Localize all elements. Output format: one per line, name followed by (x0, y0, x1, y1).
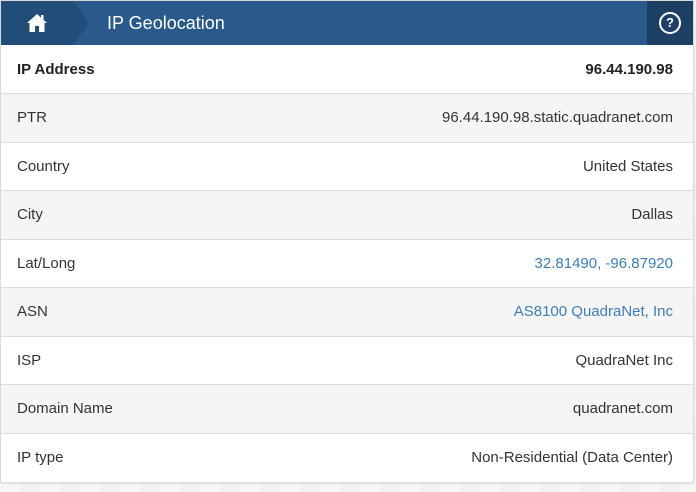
page-title: IP Geolocation (107, 13, 225, 33)
panel-header: IP Geolocation ? (1, 1, 693, 45)
row-label: Country (1, 141, 233, 191)
help-circle-icon: ? (659, 12, 681, 34)
table-row-country: Country United States (1, 141, 693, 191)
row-value: Dallas (233, 190, 693, 239)
table-row-ptr: PTR 96.44.190.98.static.quadranet.com (1, 93, 693, 142)
table-row-asn: ASN AS8100 QuadraNet, Inc (1, 287, 693, 336)
table-row-isp: ISP QuadraNet Inc (1, 335, 693, 385)
row-value: QuadraNet Inc (233, 335, 693, 385)
table-row-lat-long: Lat/Long 32.81490, -96.87920 (1, 238, 693, 288)
row-value: AS8100 QuadraNet, Inc (233, 287, 693, 336)
row-value: United States (233, 141, 693, 191)
row-label: Lat/Long (1, 238, 233, 288)
row-label: IP type (1, 432, 233, 482)
row-label: ASN (1, 287, 233, 336)
home-button[interactable] (1, 1, 89, 45)
table-row-domain-name: Domain Name quadranet.com (1, 384, 693, 433)
row-value: Non-Residential (Data Center) (233, 432, 693, 482)
row-label: IP Address (17, 60, 95, 78)
table-row-ip-address: IP Address 96.44.190.98 (1, 45, 693, 94)
row-value: 96.44.190.98.static.quadranet.com (233, 93, 693, 142)
help-button[interactable]: ? (647, 1, 693, 45)
row-value: 96.44.190.98 (585, 60, 673, 78)
lat-long-link[interactable]: 32.81490, -96.87920 (535, 255, 673, 272)
row-value: quadranet.com (233, 384, 693, 433)
row-label: PTR (1, 93, 233, 142)
row-label: City (1, 190, 233, 239)
row-value: 32.81490, -96.87920 (233, 238, 693, 288)
table-row-ip-type: IP type Non-Residential (Data Center) (1, 432, 693, 482)
row-label: Domain Name (1, 384, 233, 433)
home-icon (27, 14, 47, 32)
geolocation-table: IP Address 96.44.190.98 PTR 96.44.190.98… (1, 45, 693, 482)
row-label: ISP (1, 335, 233, 385)
table-row-city: City Dallas (1, 190, 693, 239)
asn-link[interactable]: AS8100 QuadraNet, Inc (514, 303, 673, 320)
ip-geolocation-panel: IP Geolocation ? IP Address 96.44.190.98… (0, 0, 694, 483)
